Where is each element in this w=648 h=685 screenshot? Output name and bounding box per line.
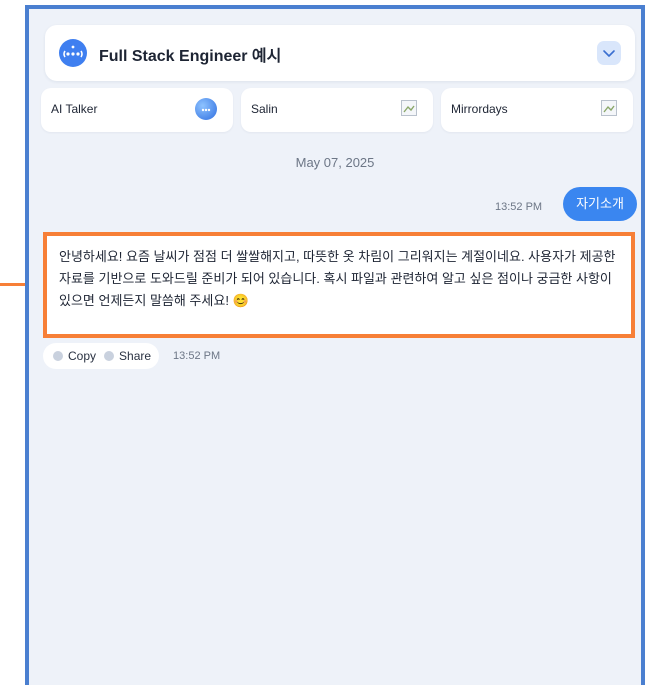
message-actions: Copy Share 13:52 PM bbox=[43, 343, 220, 369]
tab-label: Mirrordays bbox=[451, 102, 508, 116]
globe-avatar-icon bbox=[195, 98, 217, 120]
action-pill: Copy Share bbox=[43, 343, 160, 369]
broken-image-icon bbox=[601, 100, 617, 116]
message-timestamp: 13:52 PM bbox=[173, 350, 221, 362]
user-message-bubble: 자기소개 bbox=[563, 187, 637, 221]
chat-window: Full Stack Engineer 예시 AI Talker Salin M… bbox=[25, 5, 645, 685]
tab-ai-talker[interactable]: AI Talker bbox=[41, 88, 233, 132]
page-title: Full Stack Engineer 예시 bbox=[99, 48, 282, 65]
bot-avatar-icon bbox=[59, 39, 87, 67]
tab-label: AI Talker bbox=[51, 102, 98, 116]
share-icon bbox=[104, 351, 115, 361]
tab-salin[interactable]: Salin bbox=[241, 88, 433, 132]
broken-image-icon bbox=[401, 100, 417, 116]
chevron-down-icon bbox=[603, 50, 615, 57]
message-timestamp: 13:52 PM bbox=[495, 201, 543, 213]
tab-label: Salin bbox=[251, 102, 278, 116]
copy-icon bbox=[53, 351, 63, 361]
bot-message-bubble: 안녕하세요! 요즘 날씨가 점점 더 쌀쌀해지고, 따뜻한 옷 차림이 그리워지… bbox=[43, 232, 635, 338]
chat-header: Full Stack Engineer 예시 bbox=[45, 25, 635, 81]
collapse-toggle-button[interactable] bbox=[597, 41, 621, 65]
copy-button[interactable]: Copy bbox=[68, 349, 96, 363]
share-button[interactable]: Share bbox=[119, 349, 151, 363]
date-separator: May 07, 2025 bbox=[295, 155, 375, 170]
tab-mirrordays[interactable]: Mirrordays bbox=[441, 88, 633, 132]
